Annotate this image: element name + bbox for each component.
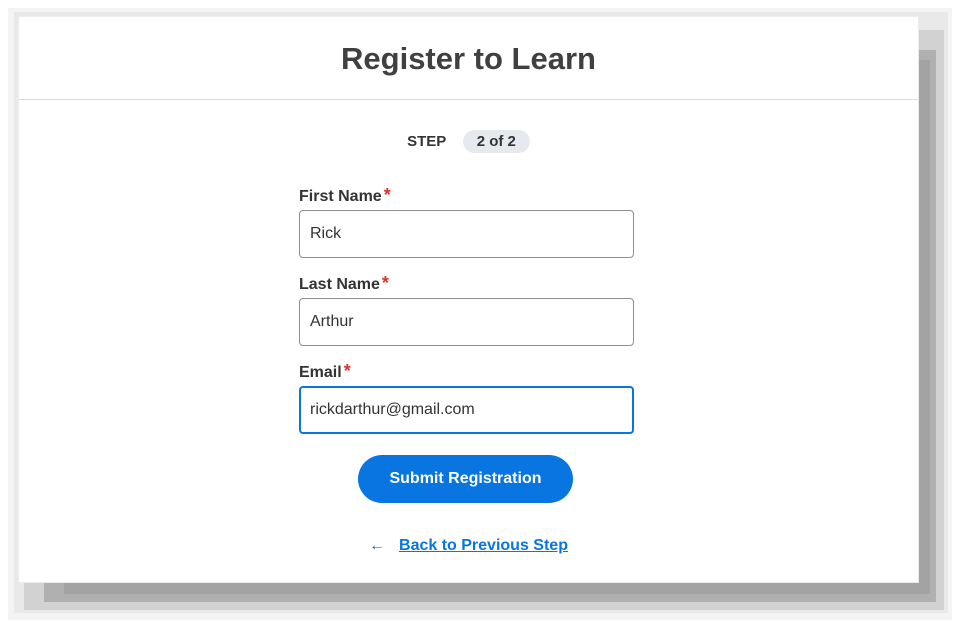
- required-marker: *: [343, 361, 351, 381]
- email-field-group: Email *: [299, 360, 635, 434]
- email-input[interactable]: [299, 386, 634, 434]
- first-name-label: First Name *: [299, 184, 635, 206]
- last-name-input[interactable]: [299, 298, 634, 346]
- registration-form: First Name* Last Name* Email*: [299, 184, 635, 448]
- required-marker: *: [381, 273, 389, 293]
- submit-registration-button[interactable]: Submit Registration: [358, 455, 573, 503]
- step-count-badge: 2 of 2: [462, 130, 530, 153]
- page-title: Register to Learn: [341, 41, 596, 76]
- left-arrow-icon[interactable]: ←: [369, 537, 385, 555]
- last-name-field-group: Last Name *: [299, 272, 635, 346]
- first-name-field-group: First Name *: [299, 184, 635, 258]
- step-label: STEP: [407, 133, 447, 150]
- email-label: Email *: [299, 360, 635, 382]
- last-name-label: Last Name *: [299, 272, 635, 294]
- first-name-input[interactable]: [299, 210, 634, 258]
- registration-card: Register to Learn STEP 2 of 2 First Name…: [19, 17, 918, 582]
- card-header: Register to Learn: [19, 17, 918, 100]
- back-navigation: ← Back to Previous Step: [19, 537, 918, 555]
- email-label-text: Email: [299, 364, 342, 381]
- first-name-label-text: First Name: [299, 188, 382, 205]
- required-marker: *: [383, 185, 391, 205]
- back-to-previous-step-link[interactable]: Back to Previous Step: [399, 537, 568, 554]
- last-name-label-text: Last Name: [299, 276, 380, 293]
- step-indicator: STEP 2 of 2: [19, 130, 918, 154]
